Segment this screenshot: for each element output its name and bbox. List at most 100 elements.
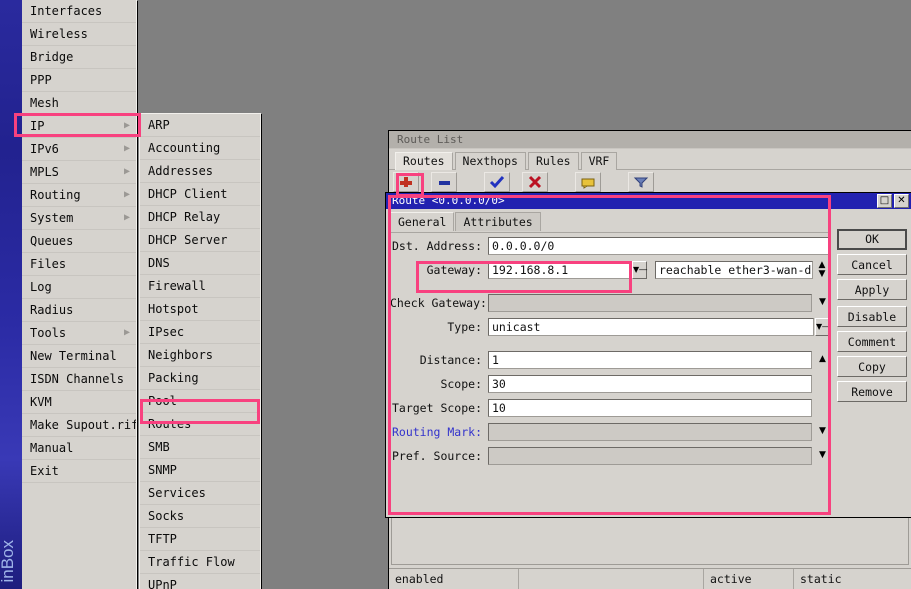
main-menu-item-label: Bridge	[30, 50, 74, 64]
ip-menu-item-ipsec[interactable]: IPsec	[140, 321, 260, 344]
ip-menu-item-socks[interactable]: Socks	[140, 505, 260, 528]
gateway-input[interactable]: 192.168.8.1	[488, 260, 631, 279]
route-list-tab-routes[interactable]: Routes	[395, 152, 453, 170]
ip-menu-item-traffic-flow[interactable]: Traffic Flow	[140, 551, 260, 574]
main-menu-item-mesh[interactable]: Mesh	[22, 92, 136, 115]
ip-menu-item-dhcp-relay[interactable]: DHCP Relay	[140, 206, 260, 229]
main-menu-item-label: Files	[30, 257, 67, 271]
disable-button[interactable]: Disable	[837, 306, 907, 327]
dst-address-input[interactable]: 0.0.0.0/0	[488, 236, 830, 255]
route-dialog-tab-attributes[interactable]: Attributes	[455, 212, 541, 231]
route-list-tab-nexthops[interactable]: Nexthops	[454, 152, 526, 170]
route-form: Dst. Address: 0.0.0.0/0 Gateway: 192.168…	[390, 235, 830, 469]
main-menu-item-queues[interactable]: Queues	[22, 230, 136, 253]
type-input[interactable]: unicast	[488, 317, 814, 336]
ip-menu-item-firewall[interactable]: Firewall	[140, 275, 260, 298]
check-gateway-row: Check Gateway: ▼	[390, 292, 830, 313]
cancel-button[interactable]: Cancel	[837, 254, 907, 275]
ip-menu-item-dhcp-client[interactable]: DHCP Client	[140, 183, 260, 206]
comment-button[interactable]	[574, 172, 601, 192]
ip-menu-item-label: SMB	[148, 440, 170, 454]
ok-button[interactable]: OK	[837, 229, 907, 250]
ip-menu-item-label: UPnP	[148, 578, 177, 589]
ip-menu-item-label: Traffic Flow	[148, 555, 235, 569]
main-menu-item-ipv6[interactable]: IPv6 ▶	[22, 138, 136, 161]
main-menu-filler	[22, 483, 136, 589]
close-button[interactable]: ✕	[894, 194, 909, 208]
main-menu-item-make-supout-rif[interactable]: Make Supout.rif	[22, 414, 136, 437]
main-menu-item-tools[interactable]: Tools ▶	[22, 322, 136, 345]
ip-menu-item-label: DHCP Client	[148, 187, 228, 201]
main-menu-item-exit[interactable]: Exit	[22, 460, 136, 483]
check-gateway-chevron-down-icon[interactable]: ▼	[815, 294, 830, 312]
ip-menu-item-packing[interactable]: Packing	[140, 367, 260, 390]
route-dialog-tab-general[interactable]: General	[390, 212, 455, 231]
main-menu-item-radius[interactable]: Radius	[22, 299, 136, 322]
distance-spinner-up-icon[interactable]: ▲	[815, 351, 830, 369]
main-menu-item-bridge[interactable]: Bridge	[22, 46, 136, 69]
ip-menu-item-accounting[interactable]: Accounting	[140, 137, 260, 160]
comment-button[interactable]: Comment	[837, 331, 907, 352]
main-menu-item-system[interactable]: System ▶	[22, 207, 136, 230]
dst-address-label: Dst. Address:	[391, 238, 482, 253]
route-list-tab-vrf[interactable]: VRF	[580, 152, 618, 170]
dst-address-row: Dst. Address: 0.0.0.0/0	[390, 235, 830, 256]
distance-input[interactable]: 1	[488, 350, 812, 369]
restore-button[interactable]: □	[877, 194, 892, 208]
ip-menu-item-dhcp-server[interactable]: DHCP Server	[140, 229, 260, 252]
check-gateway-input[interactable]	[488, 293, 812, 312]
main-menu-item-manual[interactable]: Manual	[22, 437, 136, 460]
type-dropdown-icon[interactable]: ▼―	[815, 317, 830, 336]
scope-input[interactable]: 30	[488, 374, 812, 393]
chevron-right-icon: ▶	[123, 143, 130, 154]
main-menu-item-label: Interfaces	[30, 4, 103, 18]
routing-mark-input[interactable]	[488, 422, 812, 441]
ip-menu-item-smb[interactable]: SMB	[140, 436, 260, 459]
main-menu-item-ip[interactable]: IP ▶	[22, 115, 136, 138]
disable-button[interactable]	[521, 172, 548, 192]
enable-button[interactable]	[483, 172, 510, 192]
ip-menu-item-arp[interactable]: ARP	[140, 114, 260, 137]
pref-source-input[interactable]	[488, 446, 812, 465]
ip-menu-item-services[interactable]: Services	[140, 482, 260, 505]
ip-menu-item-label: Accounting	[148, 141, 221, 155]
ip-menu-item-dns[interactable]: DNS	[140, 252, 260, 275]
main-menu-item-mpls[interactable]: MPLS ▶	[22, 161, 136, 184]
main-menu-item-isdn-channels[interactable]: ISDN Channels	[22, 368, 136, 391]
ip-menu-item-addresses[interactable]: Addresses	[140, 160, 260, 183]
type-row: Type: unicast ▼―	[390, 316, 830, 337]
main-menu-item-label: System	[30, 211, 74, 225]
routing-mark-row: Routing Mark: ▼	[390, 421, 830, 442]
add-button[interactable]	[393, 172, 419, 192]
main-menu-item-kvm[interactable]: KVM	[22, 391, 136, 414]
main-menu-item-routing[interactable]: Routing ▶	[22, 184, 136, 207]
ip-menu-item-neighbors[interactable]: Neighbors	[140, 344, 260, 367]
pref-source-chevron-down-icon[interactable]: ▼	[815, 447, 830, 465]
ip-menu-item-routes[interactable]: Routes	[140, 413, 260, 436]
target-scope-input[interactable]: 10	[488, 398, 812, 417]
ip-menu-item-snmp[interactable]: SNMP	[140, 459, 260, 482]
copy-button[interactable]: Copy	[837, 356, 907, 377]
ip-menu-item-tftp[interactable]: TFTP	[140, 528, 260, 551]
main-menu-item-new-terminal[interactable]: New Terminal	[22, 345, 136, 368]
main-menu-item-files[interactable]: Files	[22, 253, 136, 276]
ip-menu-item-upnp[interactable]: UPnP	[140, 574, 260, 589]
route-list-tab-rules[interactable]: Rules	[527, 152, 579, 170]
gateway-dropdown-icon[interactable]: ▼―	[632, 260, 647, 279]
route-dialog-titlebar: Route <0.0.0.0/0> □ ✕	[386, 193, 911, 209]
ip-menu-item-pool[interactable]: Pool	[140, 390, 260, 413]
filter-button[interactable]	[628, 172, 655, 192]
form-spacer-2	[390, 340, 830, 349]
main-menu-item-log[interactable]: Log	[22, 276, 136, 299]
distance-label: Distance:	[419, 352, 482, 367]
routing-mark-chevron-down-icon[interactable]: ▼	[815, 423, 830, 441]
main-menu-item-interfaces[interactable]: Interfaces	[22, 0, 136, 23]
remove-button[interactable]: Remove	[837, 381, 907, 402]
main-menu-item-wireless[interactable]: Wireless	[22, 23, 136, 46]
gateway-updown-icon[interactable]: ▲ ▼	[815, 260, 829, 279]
apply-button[interactable]: Apply	[837, 279, 907, 300]
remove-button[interactable]	[430, 172, 457, 192]
main-menu-item-ppp[interactable]: PPP	[22, 69, 136, 92]
routing-mark-label: Routing Mark:	[391, 424, 482, 439]
ip-menu-item-hotspot[interactable]: Hotspot	[140, 298, 260, 321]
